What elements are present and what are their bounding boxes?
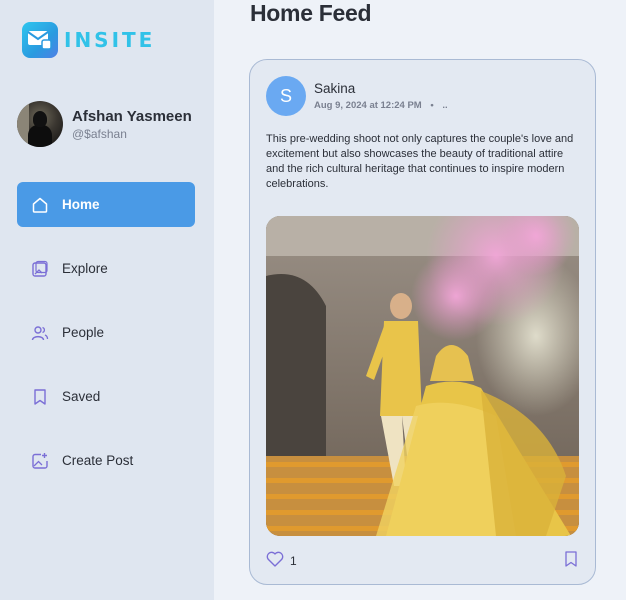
sidebar-item-label: Saved [62, 389, 101, 404]
logo-mail-icon [22, 22, 58, 58]
sidebar-item-saved[interactable]: Saved [17, 374, 195, 419]
post-actions: 1 [266, 550, 579, 572]
sidebar-item-label: Home [62, 197, 100, 212]
author-name[interactable]: Sakina [314, 81, 448, 96]
avatar[interactable] [17, 101, 63, 147]
post-date: Aug 9, 2024 at 12:24 PM • .. [314, 100, 448, 111]
home-icon [31, 196, 49, 214]
profile-name: Afshan Yasmeen [72, 107, 192, 125]
save-bookmark-icon[interactable] [563, 550, 579, 573]
bookmark-icon [31, 388, 49, 406]
sidebar-item-create-post[interactable]: Create Post [17, 438, 195, 483]
sidebar-item-people[interactable]: People [17, 310, 195, 355]
page-title: Home Feed [250, 0, 372, 26]
post-image[interactable] [266, 216, 579, 536]
profile-handle: @$afshan [72, 126, 127, 141]
heart-icon[interactable] [266, 551, 284, 572]
sidebar-item-label: People [62, 325, 105, 340]
like-count: 1 [290, 554, 297, 568]
logo-text: INSITE [64, 28, 156, 52]
sidebar-item-label: Explore [62, 261, 108, 276]
post-author[interactable]: S Sakina Aug 9, 2024 at 12:24 PM • .. [266, 76, 448, 116]
post-timestamp: Aug 9, 2024 at 12:24 PM [314, 100, 422, 111]
image-gallery-icon [31, 260, 49, 278]
sidebar-item-home[interactable]: Home [17, 182, 195, 227]
people-icon [31, 324, 49, 342]
add-image-icon [31, 452, 49, 470]
sidebar-item-explore[interactable]: Explore [17, 246, 195, 291]
post-caption: This pre-wedding shoot not only captures… [266, 133, 574, 190]
author-avatar[interactable]: S [266, 76, 306, 116]
sidebar-nav: Home Explore People Saved Create Post [17, 182, 195, 502]
separator-dot: • [430, 100, 434, 111]
user-profile[interactable]: Afshan Yasmeen @$afshan [17, 101, 192, 147]
post-card: S Sakina Aug 9, 2024 at 12:24 PM • .. Th… [249, 59, 596, 585]
app-logo[interactable]: INSITE [22, 22, 155, 58]
sidebar: INSITE Afshan Yasmeen @$afshan Home Expl… [0, 0, 214, 600]
more-options[interactable]: .. [442, 100, 447, 111]
like-control[interactable]: 1 [266, 551, 297, 572]
sidebar-item-label: Create Post [62, 453, 134, 468]
